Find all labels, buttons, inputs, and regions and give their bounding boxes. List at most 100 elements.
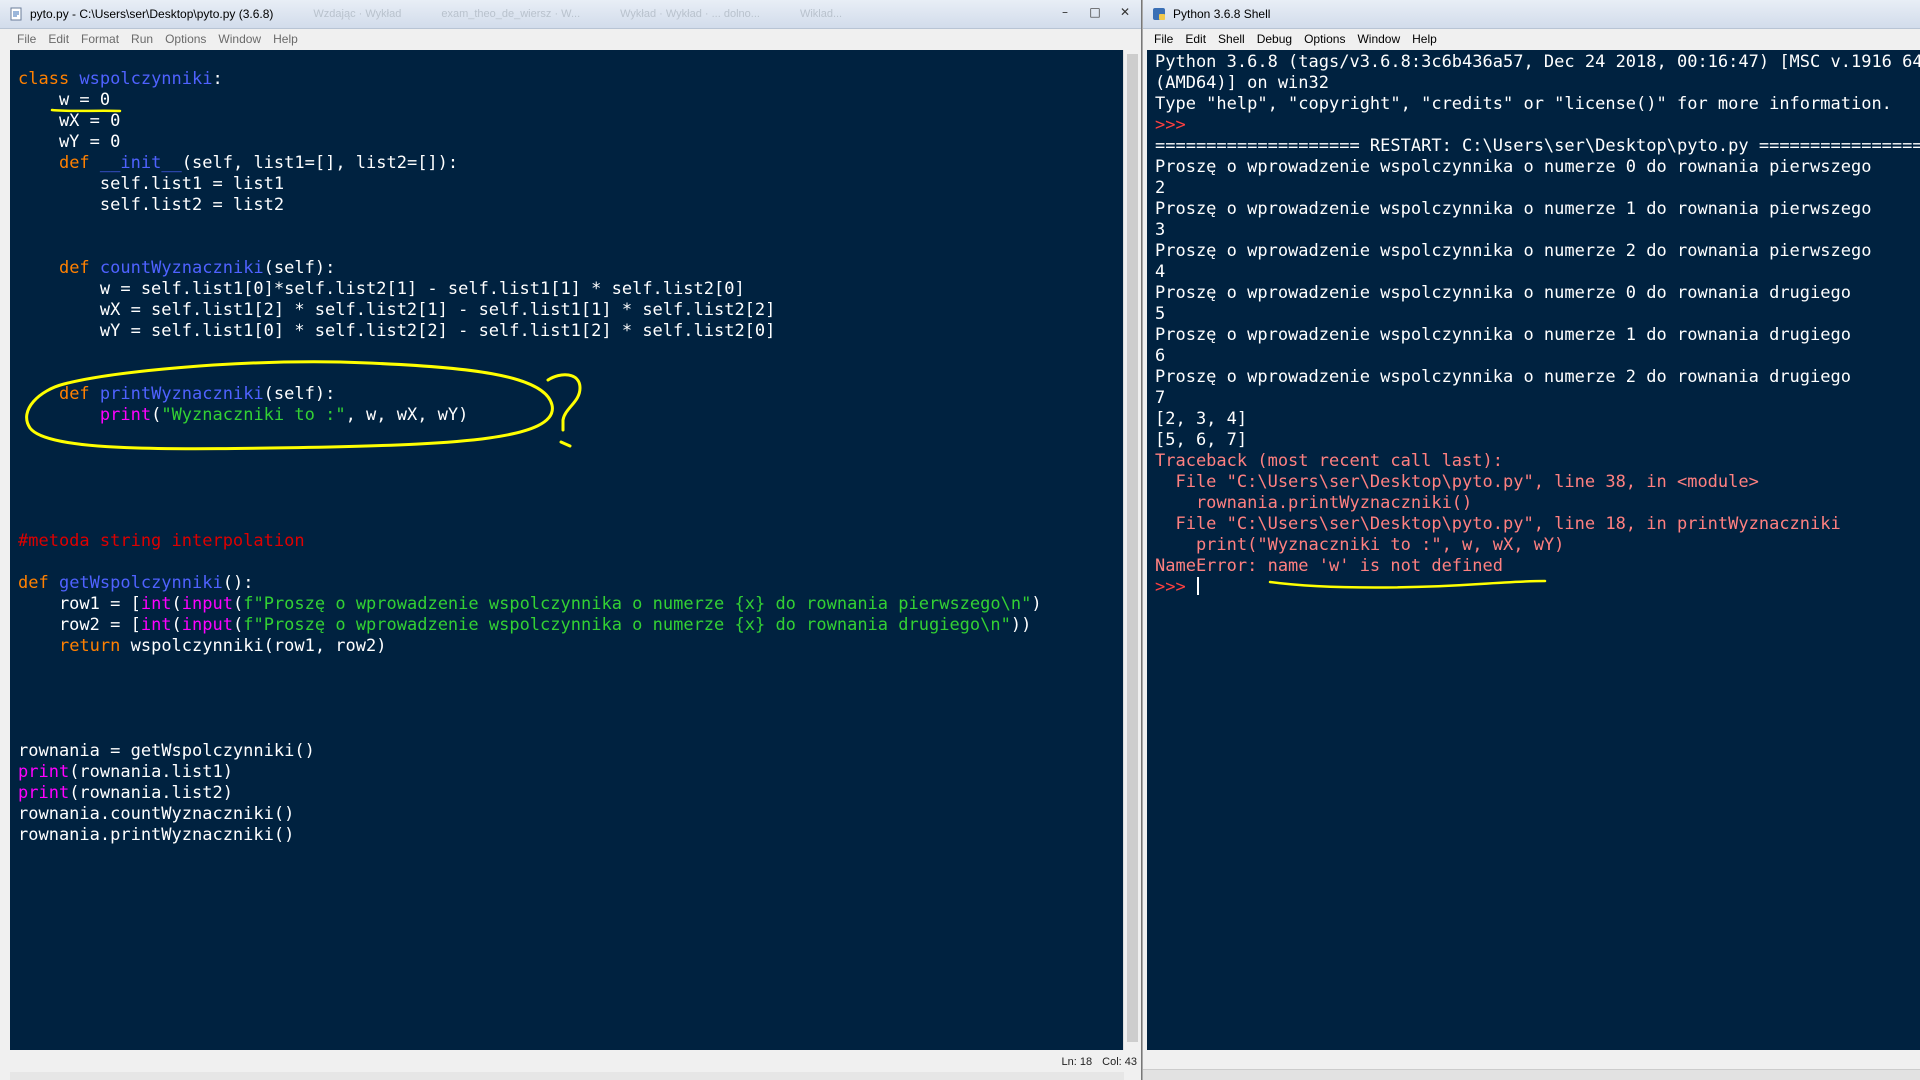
code-token: "Wyznaczniki to :" (161, 405, 346, 425)
code-line: def __init__(self, list1=[], list2=[]): (18, 153, 1042, 174)
code-token: [2, 3, 4] (1155, 409, 1248, 429)
code-token: def (58, 384, 100, 404)
text-cursor (1196, 577, 1199, 595)
menu-options[interactable]: Options (1298, 32, 1351, 46)
code-token: wspolczynniki (79, 69, 213, 89)
code-line: rownania.printWyznaczniki() (18, 825, 1042, 846)
menu-format[interactable]: Format (75, 32, 125, 46)
shell-titlebar[interactable]: Python 3.6.8 Shell (1143, 0, 1920, 29)
code-token: print (99, 405, 152, 425)
code-token: input (181, 594, 233, 614)
menu-shell[interactable]: Shell (1212, 32, 1251, 46)
code-token: : (212, 69, 223, 89)
editor-menubar: File Edit Format Run Options Window Help (0, 29, 1141, 49)
code-token: Proszę o wprowadzenie wspolczynnika o nu… (1155, 283, 1851, 303)
scrollbar-thumb[interactable] (1127, 54, 1138, 1042)
shell-line: 6 (1155, 346, 1920, 367)
shell-line: [5, 6, 7] (1155, 430, 1920, 451)
code-token: def (58, 153, 100, 173)
code-token: int (140, 594, 172, 614)
shell-menubar: File Edit Shell Debug Options Window Hel… (1143, 29, 1920, 49)
code-token: input (181, 615, 233, 635)
maximize-button[interactable]: □ (1083, 3, 1107, 21)
code-token: 6 (1155, 346, 1166, 366)
editor-titlebar[interactable]: pyto.py - C:\Users\ser\Desktop\pyto.py (… (0, 0, 1141, 29)
code-token: f"Proszę o wprowadzenie wspolczynnika o … (243, 594, 1032, 614)
background-tab: Wiklad... (799, 8, 843, 20)
shell-statusbar (1143, 1069, 1920, 1080)
python-shell-icon (1151, 6, 1167, 22)
code-token: getWspolczynniki (58, 573, 223, 593)
code-line: print("Wyznaczniki to :", w, wX, wY) (18, 405, 1042, 426)
code-token: (AMD64)] on win32 (1155, 73, 1329, 93)
code-token: self.list1 = list1 (18, 174, 285, 194)
code-line: row1 = [int(input(f"Proszę o wprowadzeni… (18, 594, 1042, 615)
shell-line: File "C:\Users\ser\Desktop\pyto.py", lin… (1155, 514, 1920, 535)
menu-window[interactable]: Window (212, 32, 267, 46)
code-token: row2 = [ (18, 615, 141, 635)
shell-line: NameError: name 'w' is not defined (1155, 556, 1920, 577)
code-line: class wspolczynniki: (18, 69, 1042, 90)
idle-file-icon (8, 6, 24, 22)
code-token: Traceback (most recent call last): (1155, 451, 1503, 471)
shell-line: Proszę o wprowadzenie wspolczynnika o nu… (1155, 367, 1920, 388)
shell-line: >>> (1155, 577, 1920, 598)
code-token: NameError: name 'w' is not defined (1155, 556, 1503, 576)
code-token: wY = self.list1[0] * self.list2[2] - sel… (18, 321, 776, 341)
code-token: rownania = getWspolczynniki() (18, 741, 315, 761)
code-token: Proszę o wprowadzenie wspolczynnika o nu… (1155, 367, 1851, 387)
code-editor[interactable]: class wspolczynniki: w = 0 wX = 0 wY = 0… (10, 50, 1124, 1050)
shell-line: [2, 3, 4] (1155, 409, 1920, 430)
editor-statusbar: Ln: 18 Col: 43 (1062, 1052, 1139, 1072)
code-line: row2 = [int(input(f"Proszę o wprowadzeni… (18, 615, 1042, 636)
minimize-button[interactable]: – (1053, 3, 1077, 21)
code-token: >>> (1155, 115, 1196, 135)
close-button[interactable]: ✕ (1113, 3, 1137, 21)
code-token: 3 (1155, 220, 1166, 240)
shell-line: Proszę o wprowadzenie wspolczynnika o nu… (1155, 199, 1920, 220)
code-token: (rownania.list2) (69, 783, 233, 803)
code-token: ( (151, 405, 162, 425)
menu-help[interactable]: Help (267, 32, 304, 46)
menu-edit[interactable]: Edit (1179, 32, 1212, 46)
code-token: ==================== RESTART: C:\Users\s… (1155, 136, 1920, 156)
menu-debug[interactable]: Debug (1251, 32, 1298, 46)
menu-file[interactable]: File (1148, 32, 1179, 46)
code-line: wY = self.list1[0] * self.list2[2] - sel… (18, 321, 1042, 342)
editor-vertical-scrollbar[interactable] (1123, 50, 1141, 1050)
menu-edit[interactable]: Edit (42, 32, 75, 46)
code-line: def printWyznaczniki(self): (18, 384, 1042, 405)
code-line: def getWspolczynniki(): (18, 573, 1042, 594)
code-token: (rownania.list1) (69, 762, 233, 782)
code-token: (): (222, 573, 254, 593)
shell-output[interactable]: Python 3.6.8 (tags/v3.6.8:3c6b436a57, De… (1147, 50, 1920, 1050)
shell-line: 5 (1155, 304, 1920, 325)
code-token: Type "help", "copyright", "credits" or "… (1155, 94, 1892, 114)
menu-options[interactable]: Options (159, 32, 212, 46)
code-token: rownania.countWyznaczniki() (18, 804, 295, 824)
code-token: self.list2 = list2 (18, 195, 285, 215)
shell-line: 2 (1155, 178, 1920, 199)
code-token: w = self.list1[0]*self.list2[1] - self.l… (18, 279, 745, 299)
code-token: (self): (263, 258, 336, 278)
code-line: return wspolczynniki(row1, row2) (18, 636, 1042, 657)
code-line: wY = 0 (18, 132, 1042, 153)
code-token: (self, list1=[], list2=[]): (181, 153, 459, 173)
editor-horizontal-scrollbar[interactable] (10, 1072, 1124, 1080)
code-line: w = 0 (18, 90, 1042, 111)
code-token: wX = 0 (18, 111, 121, 131)
menu-help[interactable]: Help (1406, 32, 1443, 46)
menu-window[interactable]: Window (1351, 32, 1406, 46)
code-token: 7 (1155, 388, 1166, 408)
code-lines: class wspolczynniki: w = 0 wX = 0 wY = 0… (18, 69, 1042, 846)
menu-file[interactable]: File (11, 32, 42, 46)
shell-line: File "C:\Users\ser\Desktop\pyto.py", lin… (1155, 472, 1920, 493)
code-line: rownania = getWspolczynniki() (18, 741, 1042, 762)
menu-run[interactable]: Run (125, 32, 159, 46)
